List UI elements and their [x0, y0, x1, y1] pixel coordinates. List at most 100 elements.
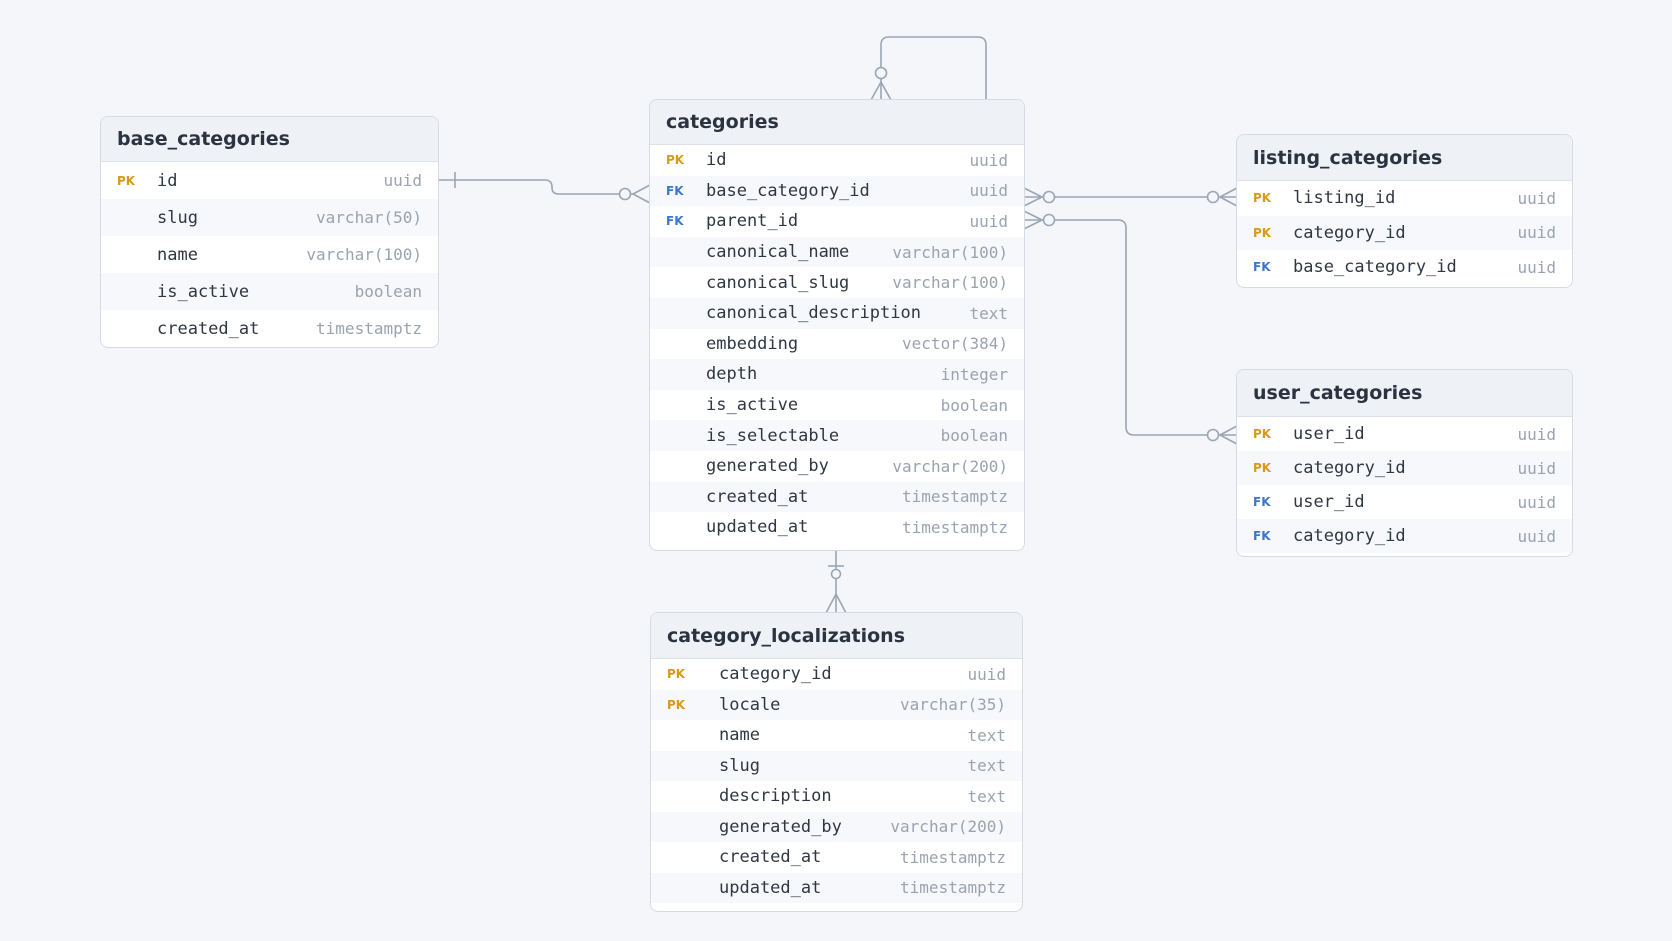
column-type: text [967, 756, 1006, 776]
primary-key-badge: PK [1253, 225, 1272, 240]
column-type: uuid [1517, 188, 1556, 208]
column-name: is_selectable [706, 425, 840, 446]
column-name: depth [706, 364, 758, 385]
primary-key-badge: PK [667, 697, 686, 712]
table-row[interactable]: is_selectable boolean [650, 420, 1024, 451]
column-type: uuid [383, 171, 422, 190]
table-categories[interactable]: categories PK id uuid FK base_category_i… [649, 99, 1025, 551]
table-base-categories[interactable]: base_categories PK id uuid slug varchar(… [100, 116, 439, 348]
column-name: generated_by [719, 816, 842, 837]
column-type: uuid [1517, 492, 1556, 512]
column-name: base_category_id [706, 180, 870, 201]
table-row[interactable]: slug text [651, 750, 1022, 781]
table-row[interactable]: FK category_id uuid [1237, 519, 1572, 553]
table-row[interactable]: FK base_category_id uuid [1237, 250, 1572, 285]
column-name: category_id [1293, 222, 1406, 243]
table-header: listing_categories [1237, 135, 1572, 181]
column-type: timestamptz [900, 878, 1006, 898]
table-row[interactable]: PK id uuid [650, 145, 1024, 176]
column-name: user_id [1293, 424, 1365, 444]
er-diagram-canvas: base_categories PK id uuid slug varchar(… [0, 0, 1672, 941]
column-type: timestamptz [900, 847, 1006, 867]
column-name: canonical_description [706, 303, 921, 324]
table-row[interactable]: generated_by varchar(200) [651, 811, 1022, 842]
primary-key-badge: PK [1253, 461, 1272, 475]
table-user-categories[interactable]: user_categories PK user_id uuid PK categ… [1236, 369, 1573, 557]
table-header: user_categories [1237, 370, 1572, 417]
table-row[interactable]: is_active boolean [101, 273, 438, 310]
column-type: vector(384) [902, 334, 1008, 354]
column-name: created_at [157, 318, 260, 339]
column-type: varchar(200) [890, 817, 1006, 837]
column-list: PK category_id uuid PK locale varchar(35… [651, 659, 1022, 903]
table-row[interactable]: name varchar(100) [101, 236, 438, 273]
column-type: uuid [1517, 526, 1556, 546]
table-row[interactable]: PK id uuid [101, 162, 438, 199]
column-name: name [157, 244, 198, 265]
relationship-categories-listing-categories [1023, 187, 1238, 207]
foreign-key-badge: FK [1253, 260, 1271, 275]
column-type: boolean [940, 426, 1008, 446]
table-row[interactable]: canonical_name varchar(100) [650, 236, 1024, 268]
primary-key-badge: PK [667, 667, 686, 682]
table-row[interactable]: created_at timestamptz [650, 481, 1024, 513]
table-listing-categories[interactable]: listing_categories PK listing_id uuid PK… [1236, 134, 1573, 288]
column-name: name [719, 725, 760, 746]
relationship-categories-localizations [825, 551, 847, 614]
column-type: uuid [969, 181, 1008, 201]
column-type: text [967, 725, 1006, 745]
column-name: slug [157, 207, 198, 228]
table-row[interactable]: canonical_description text [650, 297, 1024, 329]
column-name: parent_id [706, 211, 799, 232]
column-type: uuid [969, 150, 1008, 170]
column-name: base_category_id [1293, 257, 1457, 278]
table-name: categories [666, 111, 779, 133]
table-row[interactable]: PK listing_id uuid [1237, 181, 1572, 216]
foreign-key-badge: FK [666, 183, 684, 198]
table-row[interactable]: name text [651, 720, 1022, 751]
column-type: timestamptz [316, 319, 422, 338]
column-type: text [967, 786, 1006, 806]
column-name: canonical_slug [706, 272, 850, 293]
primary-key-badge: PK [1253, 427, 1272, 441]
table-row[interactable]: FK parent_id uuid [650, 206, 1024, 237]
table-row[interactable]: PK category_id uuid [1237, 451, 1572, 485]
table-header: categories [650, 100, 1024, 145]
column-type: timestamptz [902, 487, 1008, 507]
table-row[interactable]: FK user_id uuid [1237, 485, 1572, 519]
column-name: generated_by [706, 456, 829, 477]
table-name: category_localizations [667, 624, 906, 647]
column-type: uuid [1517, 223, 1556, 243]
column-name: category_id [719, 664, 832, 685]
table-row[interactable]: PK category_id uuid [1237, 215, 1572, 250]
table-row[interactable]: updated_at timestamptz [651, 872, 1022, 903]
primary-key-badge: PK [1253, 191, 1272, 206]
table-row[interactable]: embedding vector(384) [650, 329, 1024, 360]
table-row[interactable]: description text [651, 781, 1022, 812]
foreign-key-badge: FK [1253, 529, 1271, 543]
table-row[interactable]: slug varchar(50) [101, 199, 438, 236]
column-name: is_active [706, 395, 799, 416]
table-row[interactable]: FK base_category_id uuid [650, 175, 1024, 207]
table-row[interactable]: depth integer [650, 359, 1024, 390]
column-type: varchar(200) [892, 456, 1008, 476]
table-row[interactable]: created_at timestamptz [101, 310, 438, 347]
column-type: varchar(100) [306, 245, 422, 264]
table-row[interactable]: canonical_slug varchar(100) [650, 267, 1024, 298]
table-row[interactable]: updated_at timestamptz [650, 512, 1024, 543]
column-name: user_id [1293, 492, 1365, 512]
column-type: uuid [967, 664, 1006, 684]
table-row[interactable]: is_active boolean [650, 390, 1024, 421]
table-row[interactable]: created_at timestamptz [651, 842, 1022, 873]
table-category-localizations[interactable]: category_localizations PK category_id uu… [650, 612, 1023, 912]
table-row[interactable]: PK category_id uuid [651, 659, 1022, 690]
column-name: id [706, 150, 727, 171]
table-row[interactable]: generated_by varchar(200) [650, 451, 1024, 482]
column-list: PK listing_id uuid PK category_id uuid F… [1237, 181, 1572, 285]
column-type: varchar(100) [892, 242, 1008, 262]
column-name: updated_at [706, 517, 809, 538]
primary-key-badge: PK [117, 173, 136, 188]
table-row[interactable]: PK locale varchar(35) [651, 689, 1022, 720]
table-row[interactable]: PK user_id uuid [1237, 417, 1572, 451]
column-list: PK user_id uuid PK category_id uuid FK u… [1237, 417, 1572, 553]
